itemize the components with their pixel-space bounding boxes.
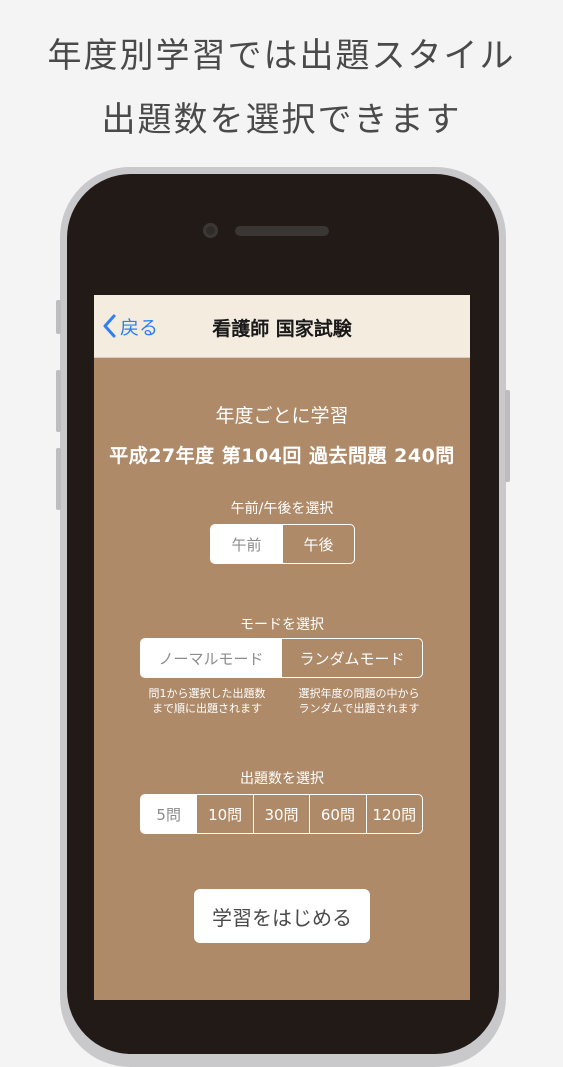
- power-button: [505, 390, 510, 482]
- session-select-label: 午前/午後を選択: [230, 501, 334, 517]
- mode-select-label: モードを選択: [240, 617, 324, 633]
- headline-line1: 年度別学習では出題スタイル: [47, 36, 516, 76]
- volume-down-button: [56, 448, 61, 510]
- random-mode-note: 選択年度の問題の中から ランダムで出題されます: [298, 687, 420, 715]
- count-option-120[interactable]: 120問: [365, 795, 422, 833]
- count-option-30[interactable]: 30問: [252, 795, 309, 833]
- count-option-10[interactable]: 10問: [196, 795, 252, 833]
- study-heading: 年度ごとに学習: [215, 405, 349, 427]
- count-option-60[interactable]: 60問: [309, 795, 365, 833]
- page-title: 看護師 国家試験: [212, 318, 352, 340]
- app-screen: 戻る 看護師 国家試験 年度ごとに学習 平成27年度 第104回 過去問題 24…: [94, 295, 470, 1000]
- session-option-pm[interactable]: 午後: [282, 525, 354, 563]
- count-option-5[interactable]: 5問: [141, 795, 197, 833]
- earpiece-speaker: [235, 226, 329, 236]
- session-option-am[interactable]: 午前: [211, 525, 282, 563]
- mute-switch: [56, 300, 61, 334]
- front-camera: [203, 223, 218, 238]
- start-study-button[interactable]: 学習をはじめる: [194, 889, 370, 943]
- volume-up-button: [56, 370, 61, 432]
- navigation-bar: 戻る 看護師 国家試験: [94, 295, 470, 358]
- mode-option-normal[interactable]: ノーマルモード: [141, 639, 281, 677]
- headline-line2: 出題数を選択できます: [101, 100, 462, 140]
- mode-option-random[interactable]: ランダムモード: [281, 639, 422, 677]
- session-segmented-control: 午前 午後: [210, 524, 355, 564]
- count-select-label: 出題数を選択: [240, 771, 324, 787]
- normal-mode-note: 問1から選択した出題数 まで順に出題されます: [148, 687, 266, 715]
- count-segmented-control: 5問 10問 30問 60問 120問: [140, 794, 423, 834]
- mode-segmented-control: ノーマルモード ランダムモード: [140, 638, 423, 678]
- exam-info: 平成27年度 第104回 過去問題 240問: [109, 445, 455, 467]
